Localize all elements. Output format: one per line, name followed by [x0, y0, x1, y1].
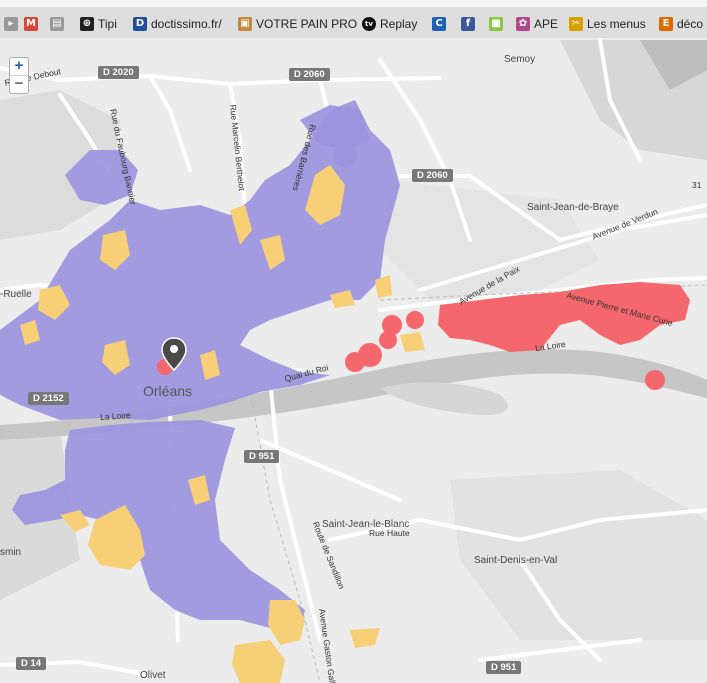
bookmark-replay[interactable]: tv Replay: [362, 15, 417, 33]
bookmark-label: Replay: [380, 17, 418, 31]
road-shield: D 2152: [28, 392, 69, 405]
doctissimo-icon: D: [133, 17, 147, 31]
bookmark-gmail[interactable]: M: [24, 15, 42, 33]
bookmark-menus[interactable]: ✂ Les menus: [569, 15, 646, 33]
bookmark-overflow[interactable]: ▸: [4, 15, 22, 33]
facebook-icon: f: [461, 17, 475, 31]
globe-icon: ⊕: [80, 17, 94, 31]
bookmark-app[interactable]: C: [432, 15, 450, 33]
bookmark-generic[interactable]: ▤: [50, 15, 68, 33]
street-label: Rue Haute: [369, 528, 410, 538]
bread-icon: ▣: [238, 17, 252, 31]
city-label-orleans: Orléans: [143, 383, 193, 399]
road-shield: D 14: [16, 657, 47, 670]
gmail-icon: M: [24, 17, 38, 31]
town-label-ruelle: -Ruelle: [0, 289, 32, 300]
zoom-control: + −: [9, 57, 29, 94]
bookmark-pain-pro[interactable]: ▣ VOTRE PAIN PRO: [238, 15, 357, 33]
town-label-saint-denis-en-val: Saint-Denis-en-Val: [474, 555, 558, 566]
town-label-saint-jean-de-braye: Saint-Jean-de-Braye: [527, 202, 619, 213]
bookmark-label: déco: [677, 17, 704, 31]
tv-icon: tv: [362, 17, 376, 31]
bookmark-deco[interactable]: E déco: [659, 15, 703, 33]
bookmark-label: APE: [534, 17, 559, 31]
folder-icon: ▸: [4, 17, 18, 31]
page-icon: ▤: [50, 17, 64, 31]
map-layer: [0, 38, 707, 683]
bookmark-facebook[interactable]: f: [461, 15, 479, 33]
zoom-in-button[interactable]: +: [10, 58, 28, 76]
app-icon: C: [432, 17, 446, 31]
road-shield: D 2060: [412, 169, 453, 182]
bookmark-label: Les menus: [587, 17, 646, 31]
map-canvas[interactable]: Orléans Semoy Saint-Jean-de-Braye Saint-…: [0, 38, 707, 683]
road-shield: D 2020: [98, 66, 139, 79]
bookmark-tipi[interactable]: ⊕ Tipi: [80, 15, 117, 33]
town-label-semoy: Semoy: [504, 54, 536, 65]
ape-icon: ✿: [516, 17, 530, 31]
road-shield: D 951: [486, 661, 522, 674]
bookmark-doctissimo[interactable]: D doctissimo.fr/: [133, 15, 222, 33]
green-icon: ■: [489, 17, 503, 31]
url-bar-edge: [0, 0, 707, 7]
bookmark-green[interactable]: ■: [489, 15, 507, 33]
town-label-olivet: Olivet: [140, 670, 166, 681]
town-label-smin: smin: [0, 547, 22, 558]
road-shield: D 951: [244, 450, 280, 463]
bookmark-label: VOTRE PAIN PRO: [256, 17, 358, 31]
bookmark-ape[interactable]: ✿ APE: [516, 15, 558, 33]
river-label: La Loire: [99, 409, 132, 423]
bookmarks-bar: ▸ M ▤ ⊕ Tipi D doctissimo.fr/ ▣ VOTRE PA…: [0, 0, 707, 39]
bookmark-label: Tipi: [98, 17, 117, 31]
road-number: 31: [692, 180, 702, 190]
deco-icon: E: [659, 17, 673, 31]
zoom-out-button[interactable]: −: [10, 76, 28, 93]
bookmark-label: doctissimo.fr/: [151, 17, 222, 31]
menus-icon: ✂: [569, 17, 583, 31]
road-shield: D 2060: [289, 68, 330, 81]
